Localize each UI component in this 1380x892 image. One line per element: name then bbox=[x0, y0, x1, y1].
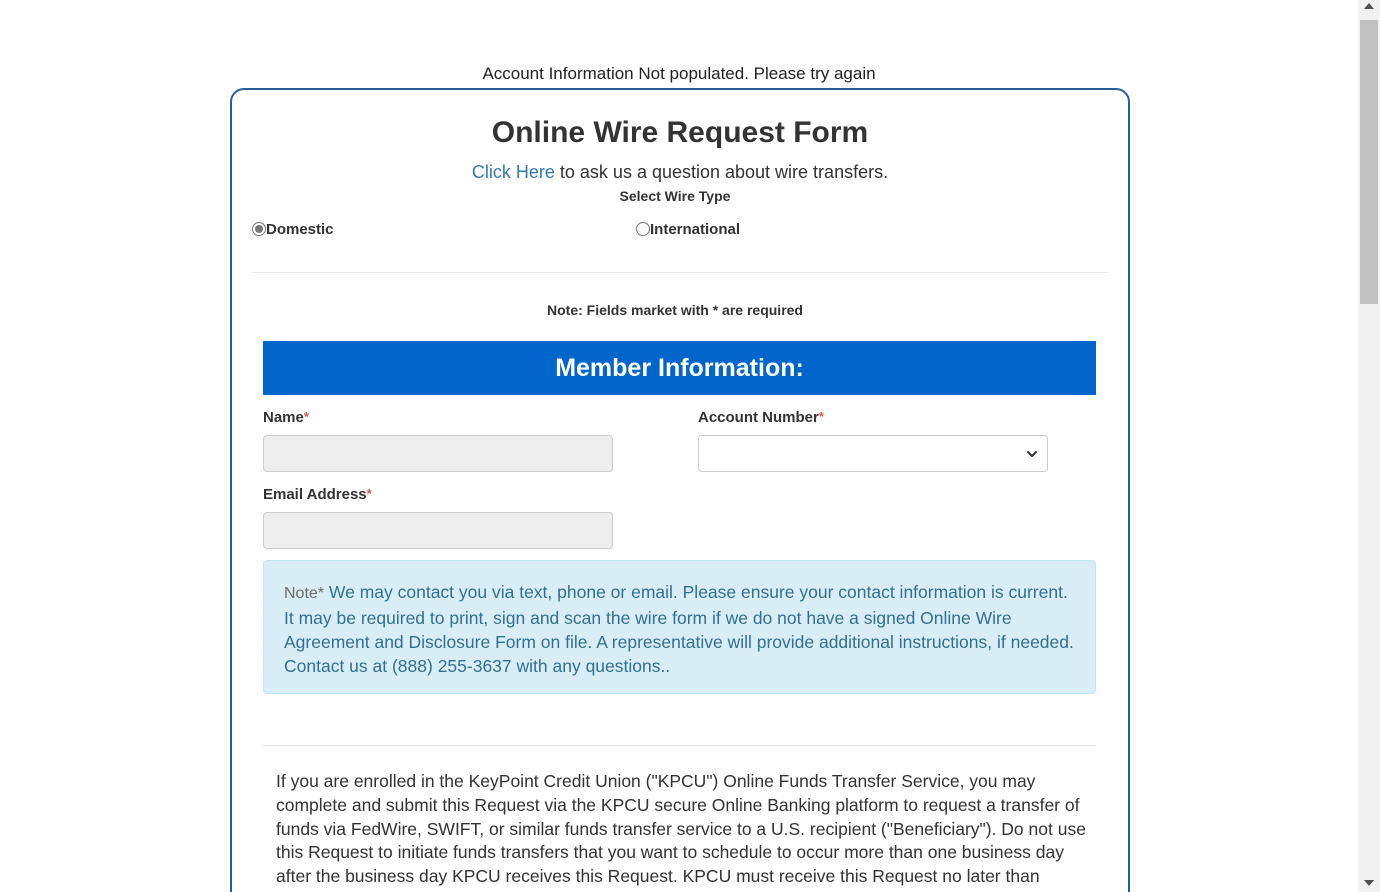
required-marker: * bbox=[818, 409, 824, 424]
radio-international-label: International bbox=[650, 221, 741, 238]
name-input[interactable] bbox=[263, 435, 613, 472]
email-input[interactable] bbox=[263, 512, 613, 549]
help-line: Click Here to ask us a question about wi… bbox=[232, 162, 1128, 183]
name-label: Name* bbox=[263, 409, 309, 426]
help-link[interactable]: Click Here bbox=[472, 162, 555, 182]
status-message: Account Information Not populated. Pleas… bbox=[482, 64, 876, 83]
chevron-down-icon bbox=[1027, 451, 1037, 457]
vertical-scrollbar[interactable] bbox=[1358, 0, 1380, 892]
required-marker: * bbox=[366, 486, 372, 501]
email-label-text: Email Address bbox=[263, 486, 367, 503]
divider bbox=[252, 272, 1108, 273]
radio-domestic-circle[interactable] bbox=[252, 222, 266, 236]
scroll-down-icon[interactable] bbox=[1364, 880, 1374, 886]
radio-international-circle[interactable] bbox=[636, 222, 650, 236]
name-label-text: Name bbox=[263, 409, 304, 426]
wire-type-label: Select Wire Type bbox=[619, 188, 731, 204]
required-marker: * bbox=[303, 409, 309, 424]
required-fields-note: Note: Fields market with * are required bbox=[547, 302, 803, 318]
radio-domestic-label: Domestic bbox=[266, 221, 334, 238]
alert-note-prefix: Note* bbox=[284, 585, 325, 602]
account-number-label-text: Account Number bbox=[698, 409, 819, 426]
alert-text: We may contact you via text, phone or em… bbox=[284, 582, 1074, 676]
wire-request-form: Online Wire Request Form Click Here to a… bbox=[230, 88, 1130, 892]
account-number-select[interactable] bbox=[698, 435, 1048, 472]
divider bbox=[263, 745, 1096, 746]
account-number-label: Account Number* bbox=[698, 409, 824, 426]
disclosure-text: If you are enrolled in the KeyPoint Cred… bbox=[276, 771, 1086, 887]
email-label: Email Address* bbox=[263, 486, 372, 503]
contact-info-alert: Note* We may contact you via text, phone… bbox=[263, 560, 1096, 694]
member-info-banner: Member Information: bbox=[263, 341, 1096, 395]
radio-international[interactable]: International bbox=[636, 221, 740, 238]
scroll-up-icon[interactable] bbox=[1364, 3, 1374, 9]
form-title: Online Wire Request Form bbox=[491, 116, 869, 149]
scroll-thumb[interactable] bbox=[1360, 20, 1378, 304]
radio-domestic[interactable]: Domestic bbox=[252, 221, 334, 238]
help-text: to ask us a question about wire transfer… bbox=[554, 162, 889, 182]
